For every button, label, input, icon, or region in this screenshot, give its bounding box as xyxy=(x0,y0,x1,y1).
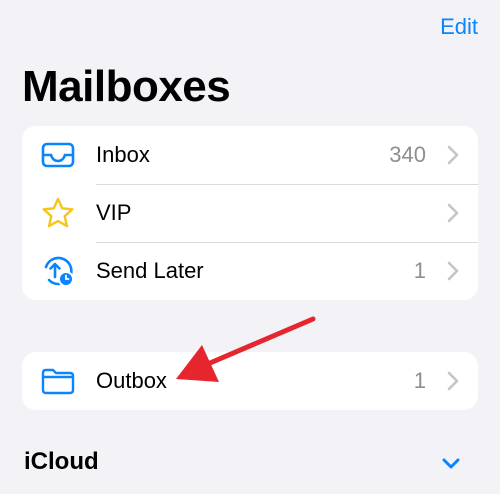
inbox-tray-icon xyxy=(40,137,76,173)
star-icon xyxy=(40,195,76,231)
chevron-down-icon[interactable] xyxy=(442,458,460,470)
mailbox-label: Outbox xyxy=(96,368,167,393)
page-title: Mailboxes xyxy=(22,62,231,111)
mailbox-label: Send Later xyxy=(96,258,204,283)
mailbox-row-vip[interactable]: VIP xyxy=(22,184,478,242)
edit-button[interactable]: Edit xyxy=(440,14,478,40)
folder-icon xyxy=(40,363,76,399)
section-title-icloud: iCloud xyxy=(24,448,99,475)
chevron-right-icon xyxy=(447,145,459,165)
mailbox-count: 1 xyxy=(413,368,426,393)
mailbox-row-send-later[interactable]: Send Later 1 xyxy=(22,242,478,300)
chevron-right-icon xyxy=(447,261,459,281)
mailbox-row-inbox[interactable]: Inbox 340 xyxy=(22,126,478,184)
outbox-list: Outbox 1 xyxy=(22,352,478,410)
chevron-right-icon xyxy=(447,203,459,223)
mailbox-label: Inbox xyxy=(96,142,150,167)
chevron-right-icon xyxy=(447,371,459,391)
mailboxes-list: Inbox 340 VIP Send Later 1 xyxy=(22,126,478,300)
mailbox-count: 1 xyxy=(413,258,426,283)
mailbox-row-outbox[interactable]: Outbox 1 xyxy=(22,352,478,410)
mailbox-count: 340 xyxy=(389,142,426,167)
mailbox-label: VIP xyxy=(96,200,132,225)
clock-arrow-icon xyxy=(40,253,76,289)
